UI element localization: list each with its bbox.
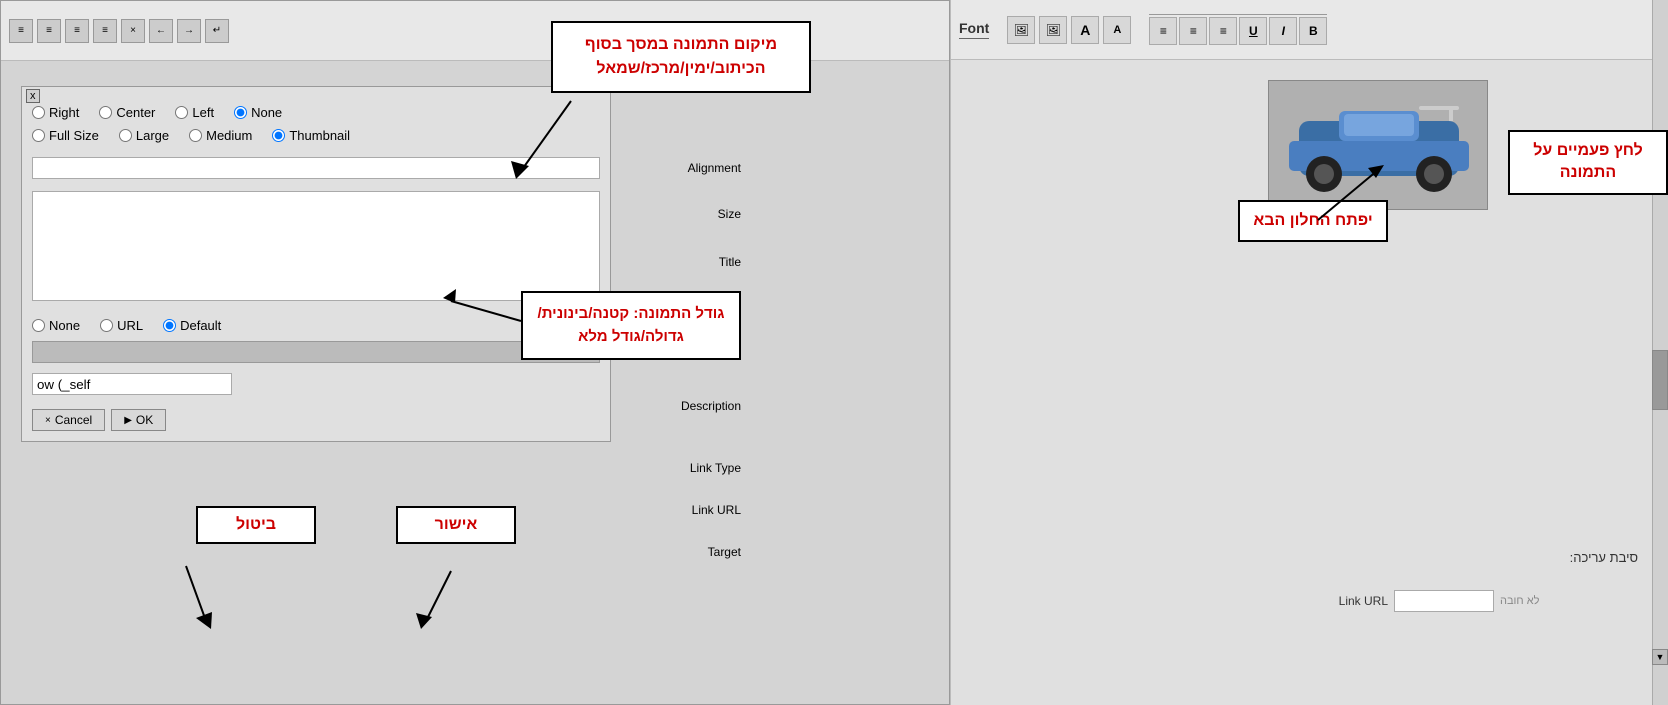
link-url-field-label: Link URL [631, 503, 741, 517]
target-row [32, 367, 600, 401]
link-url-radio[interactable] [100, 319, 113, 332]
size-large-label: Large [136, 128, 169, 143]
alignment-right[interactable]: Right [32, 105, 79, 120]
scrollbar[interactable]: ▼ [1652, 0, 1668, 705]
link-none[interactable]: None [32, 318, 80, 333]
next-window-arrow [1308, 160, 1408, 240]
toolbar-icon-6[interactable]: ← [149, 19, 173, 43]
font-label: Font [959, 20, 989, 39]
alignment-right-radio[interactable] [32, 106, 45, 119]
link-url-sidebar-input[interactable] [1394, 590, 1494, 612]
size-thumbnail-radio[interactable] [272, 129, 285, 142]
align-center-icon[interactable]: ≡ [1179, 17, 1207, 45]
link-default-radio[interactable] [163, 319, 176, 332]
ok-button[interactable]: ▶ OK [111, 409, 166, 431]
scrollbar-thumb[interactable] [1652, 350, 1668, 410]
approve-annotation-box: אישור [396, 506, 516, 544]
link-none-radio[interactable] [32, 319, 45, 332]
size-full-radio[interactable] [32, 129, 45, 142]
link-type-field-label: Link Type [631, 461, 741, 475]
toolbar-image-icon2[interactable]: 🖼 [1039, 16, 1067, 44]
size-annotation-box: גודל התמונה: קטנה/בינונית/ גדולה/גודל מל… [521, 291, 741, 360]
alignment-none-radio[interactable] [234, 106, 247, 119]
url-bar [32, 341, 600, 363]
link-default-label: Default [180, 318, 221, 333]
alignment-center[interactable]: Center [99, 105, 155, 120]
link-section: Link URL לא חובה [1308, 590, 1648, 618]
alignment-none[interactable]: None [234, 105, 282, 120]
alignment-field-label: Alignment [631, 161, 741, 175]
link-url[interactable]: URL [100, 318, 143, 333]
toolbar-icon-7[interactable]: → [177, 19, 201, 43]
toolbar-icon-3[interactable]: ≡ [65, 19, 89, 43]
toolbar-icon-8[interactable]: ↵ [205, 19, 229, 43]
description-field-label: Description [631, 399, 741, 413]
align-left-icon[interactable]: ≡ [1149, 17, 1177, 45]
link-default[interactable]: Default [163, 318, 221, 333]
cancel-icon: × [45, 415, 51, 426]
ok-label: OK [136, 413, 153, 427]
size-medium-radio[interactable] [189, 129, 202, 142]
hebrew-note: סיבת עריכה: [1570, 550, 1638, 565]
top-annotation-box: מיקום התמונה במסך בסוף הכיתוב/ימין/מרכז/… [551, 21, 811, 93]
toolbar-size-icon1[interactable]: A [1071, 16, 1099, 44]
right-sidebar: Font 🖼 🖼 A A ≡ ≡ ≡ U I B [950, 0, 1668, 705]
bold-icon[interactable]: B [1299, 17, 1327, 45]
toolbar-icon-2[interactable]: ≡ [37, 19, 61, 43]
size-medium[interactable]: Medium [189, 128, 252, 143]
toolbar-image-icon1[interactable]: 🖼 [1007, 16, 1035, 44]
link-placeholder: לא חובה [1500, 595, 1539, 607]
align-right-icon[interactable]: ≡ [1209, 17, 1237, 45]
alignment-left-radio[interactable] [175, 106, 188, 119]
alignment-center-label: Center [116, 105, 155, 120]
approve-arrow [396, 571, 476, 641]
dialog-buttons: × Cancel ▶ OK [32, 409, 600, 431]
link-url-row: Link URL לא חובה [1308, 590, 1648, 612]
ok-icon: ▶ [124, 415, 132, 426]
size-large[interactable]: Large [119, 128, 169, 143]
target-input[interactable] [32, 373, 232, 395]
link-url-label: URL [117, 318, 143, 333]
cancel-annotation-box: ביטול [196, 506, 316, 544]
toolbar-size-icon2[interactable]: A [1103, 16, 1131, 44]
size-thumbnail-label: Thumbnail [289, 128, 350, 143]
link-none-label: None [49, 318, 80, 333]
italic-icon[interactable]: I [1269, 17, 1297, 45]
toolbar-icon-1[interactable]: ≡ [9, 19, 33, 43]
cancel-arrow [156, 566, 236, 641]
size-medium-label: Medium [206, 128, 252, 143]
alignment-left-label: Left [192, 105, 214, 120]
alignment-none-label: None [251, 105, 282, 120]
dialog-close-button[interactable]: x [26, 89, 40, 103]
size-full-label: Full Size [49, 128, 99, 143]
toolbar-icon-4[interactable]: ≡ [93, 19, 117, 43]
scrollbar-down-button[interactable]: ▼ [1652, 649, 1668, 665]
underline-icon[interactable]: U [1239, 17, 1267, 45]
size-thumbnail[interactable]: Thumbnail [272, 128, 350, 143]
far-right-annotation: לחץ פעמיים על התמונה [1508, 130, 1668, 195]
size-field-label: Size [631, 207, 741, 221]
size-large-radio[interactable] [119, 129, 132, 142]
title-field-label: Title [631, 255, 741, 269]
size-full[interactable]: Full Size [32, 128, 99, 143]
link-url-sidebar-label: Link URL [1308, 594, 1388, 608]
dialog-area: ≡ ≡ ≡ ≡ × ← → ↵ x Right Center [0, 0, 950, 705]
alignment-left[interactable]: Left [175, 105, 214, 120]
cancel-button[interactable]: × Cancel [32, 409, 105, 431]
alignment-right-label: Right [49, 105, 79, 120]
link-labels: Link Type Link URL Target [631, 461, 741, 559]
alignment-center-radio[interactable] [99, 106, 112, 119]
size-annotation-arrow [421, 281, 531, 331]
target-field-label: Target [631, 545, 741, 559]
main-container: ≡ ≡ ≡ ≡ × ← → ↵ x Right Center [0, 0, 1668, 705]
sidebar-toolbar: Font 🖼 🖼 A A ≡ ≡ ≡ U I B [951, 0, 1668, 60]
cancel-label: Cancel [55, 413, 92, 427]
toolbar-icon-5[interactable]: × [121, 19, 145, 43]
top-annotation-arrow [491, 101, 591, 181]
